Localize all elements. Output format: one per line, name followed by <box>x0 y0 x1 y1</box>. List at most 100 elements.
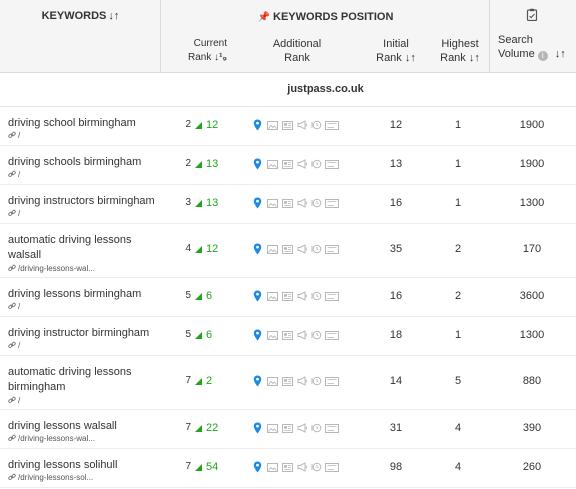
map-pin-icon[interactable] <box>253 290 262 302</box>
clock-review-icon[interactable] <box>311 462 322 472</box>
video-icon[interactable] <box>325 245 339 254</box>
map-pin-icon[interactable] <box>253 119 262 131</box>
video-icon[interactable] <box>325 160 339 169</box>
keyword-url-link[interactable]: / <box>8 170 20 179</box>
highest-rank-header[interactable]: Highest Rank ↓↑ <box>429 37 491 65</box>
keyword-name[interactable]: driving schools birmingham <box>8 155 158 170</box>
video-icon[interactable] <box>325 121 339 130</box>
rank-change: 22 <box>206 422 219 434</box>
news-megaphone-icon[interactable] <box>297 462 308 472</box>
sort-arrows-icon[interactable]: ↓↑ <box>108 10 119 22</box>
featured-snippet-icon[interactable] <box>282 424 293 433</box>
clock-review-icon[interactable] <box>311 159 322 169</box>
sort-arrows-icon[interactable]: ↓↑ <box>469 52 480 64</box>
rank-change: 2 <box>206 375 213 387</box>
table-row[interactable]: driving lessons walsall/driving-lessons-… <box>0 410 576 449</box>
clock-review-icon[interactable] <box>311 376 322 386</box>
sort-numeric-icon[interactable]: ↓¹₉ <box>214 52 227 63</box>
keyword-name[interactable]: automatic driving lessons birmingham <box>8 365 158 395</box>
keyword-url-link[interactable]: / <box>8 209 20 218</box>
keyword-name[interactable]: driving instructor birmingham <box>8 326 158 341</box>
image-icon[interactable] <box>267 245 278 254</box>
featured-snippet-icon[interactable] <box>282 331 293 340</box>
keyword-name[interactable]: driving school birmingham <box>8 116 158 131</box>
news-megaphone-icon[interactable] <box>297 330 308 340</box>
keyword-name[interactable]: driving lessons solihull <box>8 458 158 473</box>
clock-review-icon[interactable] <box>311 330 322 340</box>
clock-review-icon[interactable] <box>311 423 322 433</box>
search-volume-header[interactable]: Search Volume i ↓↑ <box>490 0 576 73</box>
news-megaphone-icon[interactable] <box>297 291 308 301</box>
keyword-url-link[interactable]: /driving-lessons-wal... <box>8 264 95 273</box>
table-row[interactable]: driving lessons birmingham / 5 6 16 2 3600 <box>0 278 576 317</box>
keyword-name[interactable]: automatic driving lessons walsall <box>8 233 158 263</box>
clock-review-icon[interactable] <box>311 244 322 254</box>
keyword-name[interactable]: driving lessons walsall <box>8 419 158 434</box>
keyword-url-link[interactable]: /driving-lessons-wal... <box>8 434 95 443</box>
map-pin-icon[interactable] <box>253 329 262 341</box>
featured-snippet-icon[interactable] <box>282 199 293 208</box>
map-pin-icon[interactable] <box>253 197 262 209</box>
keywords-header[interactable]: KEYWORDS ↓↑ <box>0 0 161 73</box>
video-icon[interactable] <box>325 292 339 301</box>
video-icon[interactable] <box>325 331 339 340</box>
keyword-url-link[interactable]: /driving-lessons-sol... <box>8 473 93 482</box>
keyword-url-link[interactable]: / <box>8 341 20 350</box>
image-icon[interactable] <box>267 199 278 208</box>
news-megaphone-icon[interactable] <box>297 120 308 130</box>
map-pin-icon[interactable] <box>253 461 262 473</box>
featured-snippet-icon[interactable] <box>282 160 293 169</box>
news-megaphone-icon[interactable] <box>297 198 308 208</box>
news-megaphone-icon[interactable] <box>297 376 308 386</box>
image-icon[interactable] <box>267 424 278 433</box>
sort-arrows-icon[interactable]: ↓↑ <box>405 52 416 64</box>
image-icon[interactable] <box>267 121 278 130</box>
featured-snippet-icon[interactable] <box>282 377 293 386</box>
table-row[interactable]: automatic driving lessons birmingham / 7 2 14… <box>0 356 576 410</box>
keyword-url-link[interactable]: / <box>8 131 20 140</box>
featured-snippet-icon[interactable] <box>282 121 293 130</box>
table-row[interactable]: driving school birmingham / 2 12 12 1 1900 <box>0 107 576 146</box>
keyword-name-line2: birmingham <box>8 381 66 393</box>
map-pin-icon[interactable] <box>253 422 262 434</box>
initial-rank: 98 <box>389 461 403 473</box>
table-row[interactable]: driving lessons solihull/driving-lessons… <box>0 449 576 488</box>
featured-snippet-icon[interactable] <box>282 292 293 301</box>
info-icon[interactable]: i <box>537 51 548 61</box>
clock-review-icon[interactable] <box>311 291 322 301</box>
image-icon[interactable] <box>267 331 278 340</box>
current-rank-header[interactable]: Current Rank ↓¹₉ <box>161 37 227 65</box>
sort-arrows-icon[interactable]: ↓↑ <box>555 48 566 60</box>
keyword-name[interactable]: driving instructors birmingham <box>8 194 158 209</box>
video-icon[interactable] <box>325 199 339 208</box>
video-icon[interactable] <box>325 463 339 472</box>
initial-rank-header-line2: Rank <box>376 52 402 64</box>
news-megaphone-icon[interactable] <box>297 159 308 169</box>
featured-snippet-icon[interactable] <box>282 463 293 472</box>
featured-snippet-icon[interactable] <box>282 245 293 254</box>
clock-review-icon[interactable] <box>311 198 322 208</box>
map-pin-icon[interactable] <box>253 243 262 255</box>
image-icon[interactable] <box>267 292 278 301</box>
table-row[interactable]: driving instructors birmingham / 3 13 16 1 130… <box>0 185 576 224</box>
keyword-url: / <box>18 341 21 350</box>
table-row[interactable]: driving schools birmingham / 2 13 13 1 1900 <box>0 146 576 185</box>
highest-rank: 1 <box>454 329 462 341</box>
image-icon[interactable] <box>267 160 278 169</box>
video-icon[interactable] <box>325 424 339 433</box>
image-icon[interactable] <box>267 463 278 472</box>
table-row[interactable]: automatic driving lessons walsall/driving… <box>0 224 576 278</box>
map-pin-icon[interactable] <box>253 375 262 387</box>
initial-rank: 16 <box>389 197 403 209</box>
initial-rank-header[interactable]: Initial Rank ↓↑ <box>357 37 435 65</box>
table-row[interactable]: driving instructor birmingham / 5 6 18 1 1300 <box>0 317 576 356</box>
clock-review-icon[interactable] <box>311 120 322 130</box>
keyword-name[interactable]: driving lessons birmingham <box>8 287 158 302</box>
news-megaphone-icon[interactable] <box>297 423 308 433</box>
keyword-url-link[interactable]: / <box>8 302 20 311</box>
keyword-url-link[interactable]: / <box>8 396 20 405</box>
map-pin-icon[interactable] <box>253 158 262 170</box>
news-megaphone-icon[interactable] <box>297 244 308 254</box>
image-icon[interactable] <box>267 377 278 386</box>
video-icon[interactable] <box>325 377 339 386</box>
